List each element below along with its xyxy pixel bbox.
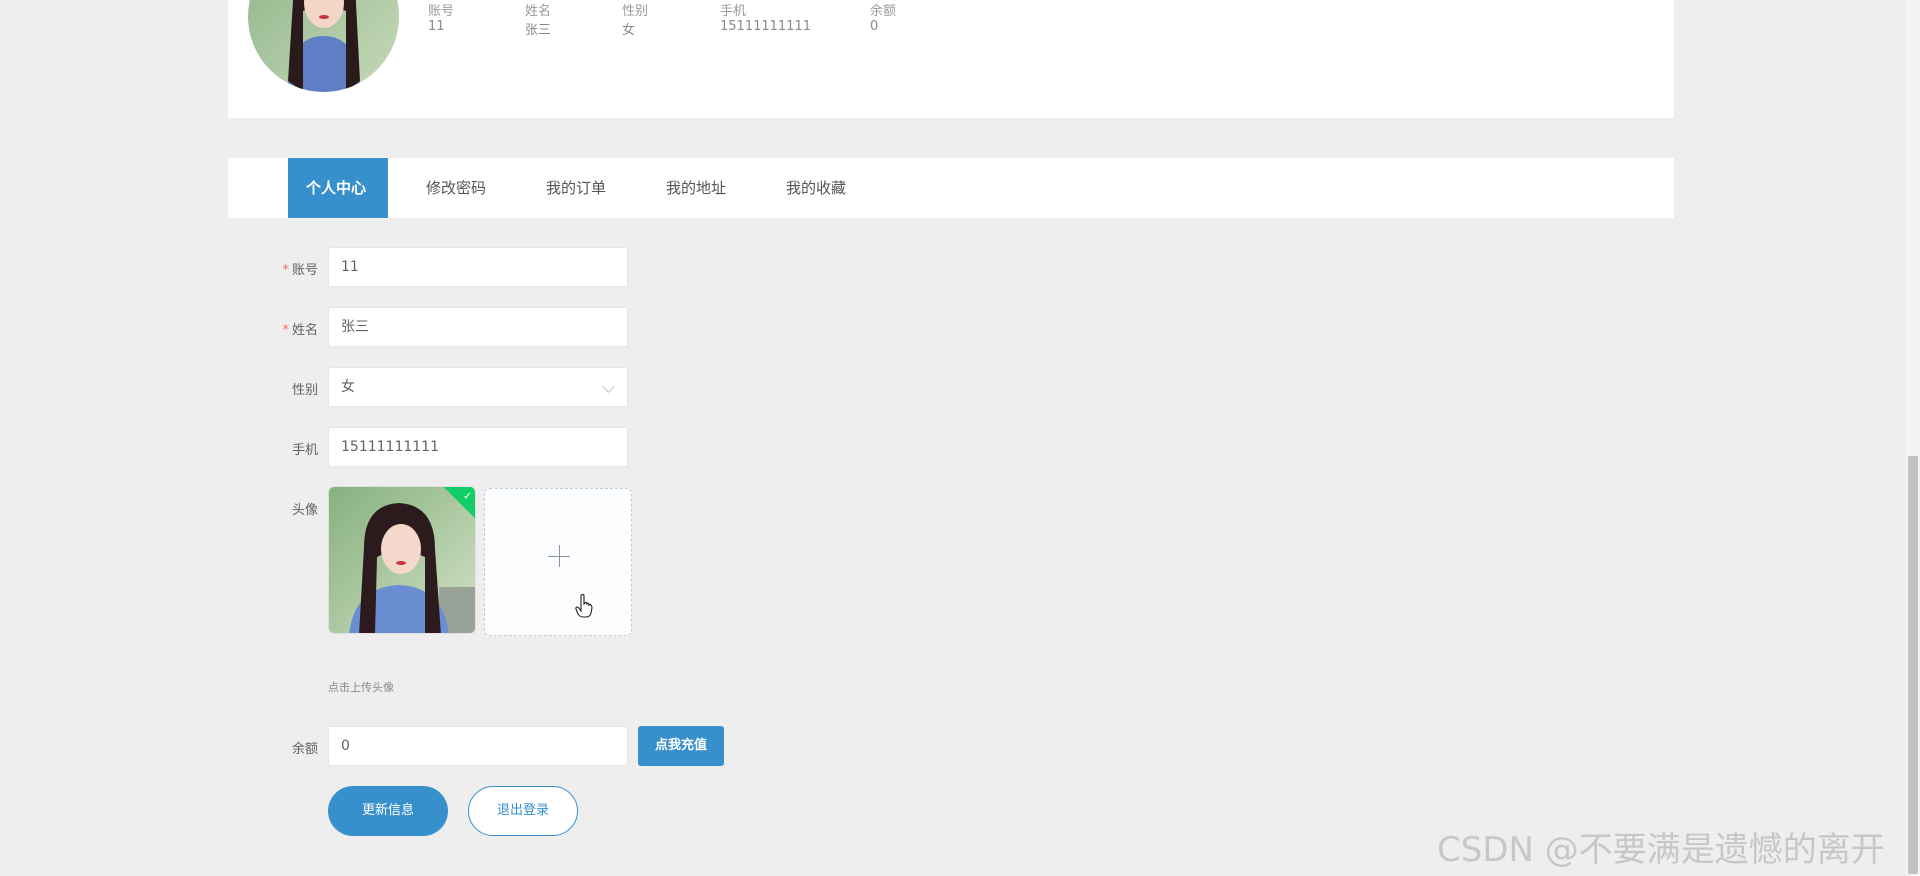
logout-button[interactable]: 退出登录 <box>468 786 578 836</box>
balance-input[interactable]: 0 <box>328 726 628 766</box>
info-balance-value: 0 <box>870 19 879 34</box>
avatar-upload-button[interactable] <box>484 488 632 636</box>
name-label: * 姓名 <box>270 319 318 338</box>
required-mark: * <box>282 263 289 278</box>
uploaded-avatar-thumbnail[interactable]: ✓ <box>328 486 476 634</box>
chevron-down-icon <box>602 380 615 393</box>
scrollbar-thumb[interactable] <box>1908 456 1918 874</box>
gender-select[interactable]: 女 <box>328 367 628 407</box>
info-balance-label: 余额 <box>870 4 897 19</box>
info-gender-value: 女 <box>622 23 636 38</box>
required-mark: * <box>282 323 289 338</box>
csdn-watermark: CSDN @不要满是遗憾的离开 <box>1437 830 1885 870</box>
account-label: * 账号 <box>270 259 318 278</box>
avatar-label: 头像 <box>291 503 318 518</box>
gender-label: 性别 <box>291 383 318 398</box>
info-account-value: 11 <box>428 19 445 34</box>
tab-my-orders[interactable]: 我的订单 <box>528 158 624 218</box>
profile-avatar <box>248 0 399 92</box>
tab-personal-center[interactable]: 个人中心 <box>288 158 388 218</box>
center-tabs: 个人中心 修改密码 我的订单 我的地址 我的收藏 <box>228 158 1674 218</box>
info-name-value: 张三 <box>525 23 552 38</box>
name-input[interactable]: 张三 <box>328 307 628 347</box>
phone-input[interactable]: 15111111111 <box>328 427 628 467</box>
profile-card: 账号 11 姓名 张三 性别 女 手机 15111111111 余额 0 <box>228 0 1674 118</box>
tab-my-favorites[interactable]: 我的收藏 <box>768 158 864 218</box>
account-label-text: 账号 <box>291 263 318 278</box>
tab-my-address[interactable]: 我的地址 <box>648 158 744 218</box>
info-account-label: 账号 <box>428 4 455 19</box>
hand-pointer-icon <box>575 594 593 618</box>
phone-label: 手机 <box>291 443 318 458</box>
info-phone-label: 手机 <box>720 4 747 19</box>
gender-select-value: 女 <box>341 379 355 395</box>
info-gender-label: 性别 <box>622 4 649 19</box>
update-info-button[interactable]: 更新信息 <box>328 786 448 836</box>
scrollbar[interactable] <box>1906 0 1920 876</box>
info-name-label: 姓名 <box>525 4 552 19</box>
account-input[interactable]: 11 <box>328 247 628 287</box>
avatar-upload-tip: 点击上传头像 <box>328 681 394 694</box>
balance-label: 余额 <box>291 742 318 757</box>
check-icon: ✓ <box>463 489 473 503</box>
tab-change-password[interactable]: 修改密码 <box>408 158 504 218</box>
info-phone-value: 15111111111 <box>720 19 811 34</box>
recharge-button[interactable]: 点我充值 <box>638 726 724 766</box>
name-label-text: 姓名 <box>291 323 318 338</box>
